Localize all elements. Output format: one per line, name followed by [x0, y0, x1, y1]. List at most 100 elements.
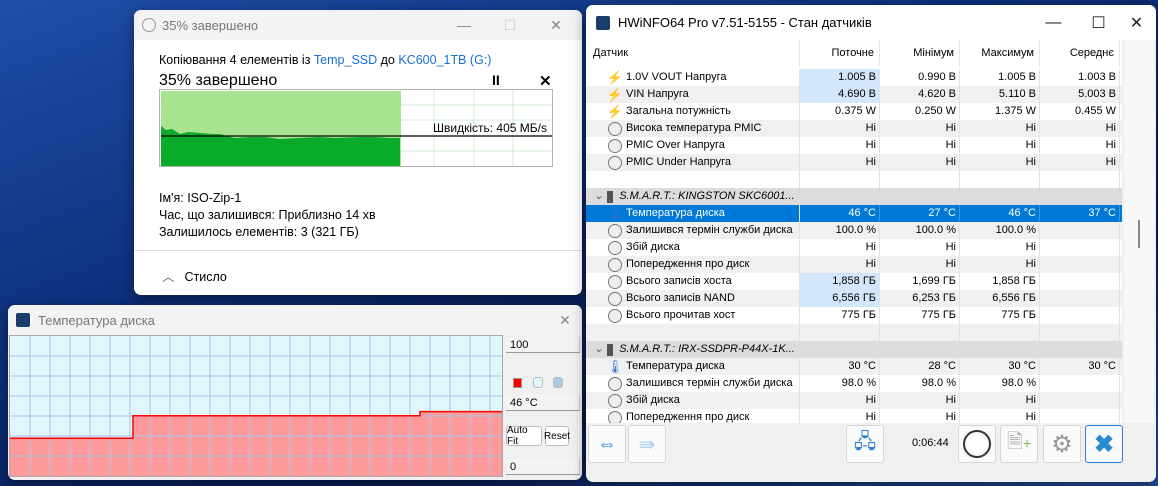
collapse-button[interactable]: ⇛: [628, 425, 666, 463]
sensor-value: 30 °C: [1040, 358, 1120, 375]
title-bar: 35% завершено — ☐ ✕: [134, 10, 582, 40]
copy-text-to: до: [377, 53, 399, 67]
details-toggle[interactable]: ︿ Стисло: [162, 266, 227, 285]
settings-button[interactable]: ⚙: [1043, 425, 1081, 463]
sensor-row[interactable]: PMIC Over Напруга Ні Ні Ні Ні: [586, 137, 1122, 154]
sensor-value: Ні: [880, 154, 960, 171]
grid-color-swatch[interactable]: [553, 377, 563, 388]
column-avg[interactable]: Середнє: [1040, 40, 1120, 66]
sensor-value: 4.690 В: [800, 86, 880, 103]
arrows-inward-icon: ⇛: [638, 433, 656, 456]
sensor-row[interactable]: ⚡ 1.0V VOUT Напруга 1.005 В 0.990 В 1.005 В1…: [586, 69, 1122, 86]
lightning-icon: ⚡: [606, 87, 624, 102]
group-label: S.M.A.R.T.: IRX-SSDPR-P44X-1K...: [619, 343, 795, 355]
blank-row: [586, 324, 1122, 341]
gauge-icon: [608, 291, 622, 306]
sensor-value: Ні: [960, 120, 1040, 137]
sensor-row[interactable]: 🌡 Температура диска 46 °C 27 °C 46 °C 37 °C: [586, 205, 1122, 222]
column-current[interactable]: Поточне: [800, 40, 880, 66]
sensor-row[interactable]: Висока температура PMIC Ні Ні Ні Ні: [586, 120, 1122, 137]
sensor-row[interactable]: Збій диска Ні Ні Ні: [586, 392, 1122, 409]
background-color-swatch[interactable]: [533, 377, 543, 388]
column-max[interactable]: Максимум: [960, 40, 1040, 66]
sensor-row[interactable]: PMIC Under Напруга Ні Ні Ні Ні: [586, 154, 1122, 171]
sensor-group-row[interactable]: ⌄ S.M.A.R.T.: KINGSTON SKC6001...: [586, 188, 1122, 205]
maximize-button[interactable]: ☐: [490, 10, 530, 40]
sensor-row[interactable]: 🌡 Температура диска 30 °C 28 °C 30 °C 30 °C: [586, 358, 1122, 375]
sensor-value: Ні: [880, 239, 960, 256]
sensor-name: PMIC Under Напруга: [626, 156, 731, 168]
sensor-row[interactable]: ⚡ VIN Напруга 4.690 В 4.620 В 5.110 В 5.003 В: [586, 86, 1122, 103]
sensor-name: Збій диска: [626, 394, 680, 406]
sensor-value: 1.375 W: [960, 103, 1040, 120]
logging-button[interactable]: 🗎+: [1000, 425, 1038, 463]
close-button[interactable]: ✕: [536, 10, 576, 40]
sensor-value: Ні: [800, 120, 880, 137]
close-button[interactable]: ✕: [1114, 5, 1156, 40]
sensor-row[interactable]: Збій диска Ні Ні Ні: [586, 239, 1122, 256]
sensor-value: 1.003 В: [1040, 69, 1120, 86]
gauge-icon: [608, 274, 622, 289]
sensor-group-row[interactable]: ⌄ S.M.A.R.T.: IRX-SSDPR-P44X-1K...: [586, 341, 1122, 358]
sensor-value: 1,858 ГБ: [800, 273, 880, 290]
min-value-field[interactable]: 0: [506, 459, 580, 475]
sensor-name: Загальна потужність: [626, 105, 731, 117]
column-sensor[interactable]: Датчик: [586, 40, 800, 66]
sensor-value: 6,556 ГБ: [960, 290, 1040, 307]
column-min[interactable]: Мінімум: [880, 40, 960, 66]
sensor-value: Ні: [960, 392, 1040, 409]
expand-button[interactable]: ⇔: [588, 425, 626, 463]
sensor-value: Ні: [800, 409, 880, 423]
reset-timer-button[interactable]: [958, 425, 996, 463]
sensor-value: 5.110 В: [960, 86, 1040, 103]
sensor-row[interactable]: Всього прочитав хост 775 ГБ 775 ГБ 775 ГБ: [586, 307, 1122, 324]
sensor-value: [1040, 290, 1120, 307]
exit-button[interactable]: ✖: [1085, 425, 1123, 463]
network-button[interactable]: 🖧: [846, 425, 884, 463]
sensor-row[interactable]: Попередження про диск Ні Ні Ні: [586, 256, 1122, 273]
scrollbar-thumb[interactable]: [1138, 220, 1140, 248]
sensor-row[interactable]: Всього записів NAND 6,556 ГБ 6,253 ГБ 6,556…: [586, 290, 1122, 307]
thermometer-icon: 🌡: [606, 206, 624, 221]
close-button[interactable]: ✕: [548, 305, 582, 335]
sensor-row[interactable]: Залишився термін служби диска 100.0 % 100.…: [586, 222, 1122, 239]
sensor-value: 0.375 W: [800, 103, 880, 120]
sensor-value: 46 °C: [960, 205, 1040, 222]
max-value-field[interactable]: 100: [506, 337, 580, 353]
sensor-value: Ні: [880, 409, 960, 423]
sensor-row[interactable]: ⚡ Загальна потужність 0.375 W 0.250 W 1.375 …: [586, 103, 1122, 120]
sensor-row[interactable]: Всього записів хоста 1,858 ГБ 1,699 ГБ 1,85…: [586, 273, 1122, 290]
sensor-value: Ні: [960, 154, 1040, 171]
auto-fit-button[interactable]: Auto Fit: [506, 425, 542, 447]
reset-button[interactable]: Reset: [544, 426, 570, 446]
gauge-icon: [608, 138, 622, 153]
source-link[interactable]: Temp_SSD: [314, 53, 377, 67]
line-color-swatch[interactable]: [513, 378, 522, 388]
chevron-down-icon[interactable]: ⌄: [594, 188, 603, 205]
clock-icon: [963, 430, 991, 458]
sensor-name: 1.0V VOUT Напруга: [626, 71, 727, 83]
thermometer-icon: 🌡: [606, 359, 624, 374]
clock-icon: [142, 18, 156, 32]
sensor-row[interactable]: Попередження про диск Ні Ні Ні: [586, 409, 1122, 423]
sensor-value: Ні: [960, 256, 1040, 273]
sensor-value: [1040, 239, 1120, 256]
sensor-row[interactable]: Залишився термін служби диска 98.0 % 98.0 …: [586, 375, 1122, 392]
sensor-value: 6,556 ГБ: [800, 290, 880, 307]
sensor-value: Ні: [800, 137, 880, 154]
chevron-down-icon[interactable]: ⌄: [594, 341, 603, 358]
sensor-value: Ні: [880, 256, 960, 273]
destination-link[interactable]: KC600_1TB (G:): [398, 53, 491, 67]
sensor-value: 100.0 %: [880, 222, 960, 239]
sensor-value: 5.003 В: [1040, 86, 1120, 103]
cancel-button[interactable]: ✕: [539, 72, 552, 90]
minimize-button[interactable]: —: [444, 10, 484, 40]
minimize-button[interactable]: —: [1031, 5, 1076, 40]
pause-button[interactable]: II: [492, 72, 500, 88]
scrollbar[interactable]: [1124, 40, 1154, 423]
sensor-value: 1.005 В: [960, 69, 1040, 86]
copy-details: Ім'я: ISO-Zip-1 Час, що залишився: Прибл…: [159, 190, 376, 241]
items-label: Залишилось елементів:: [159, 225, 298, 239]
temperature-graph-window: Температура диска ✕ 100 46 °C Auto Fit R…: [8, 305, 582, 480]
sensor-value: 37 °C: [1040, 205, 1120, 222]
